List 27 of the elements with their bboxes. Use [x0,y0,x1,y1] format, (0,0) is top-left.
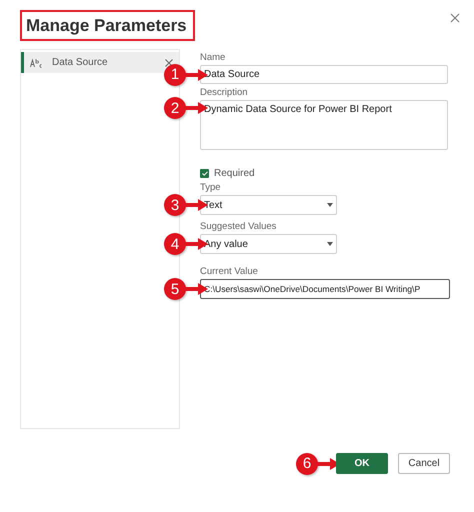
close-icon[interactable] [450,13,460,23]
callout-badge: 2 [164,97,186,119]
caret-icon [327,203,333,207]
field-label: Current Value [200,266,259,277]
ok-button[interactable]: OK [336,453,388,474]
text-type-icon [30,58,42,68]
name-field[interactable]: Data Source [200,65,448,84]
cancel-button[interactable]: Cancel [398,453,450,474]
window-title: Manage Parameters [20,10,195,41]
parameter-name: Data Source [52,57,109,68]
delete-icon[interactable] [165,58,173,66]
callout-badge: 5 [164,278,186,300]
current-value-field[interactable]: C:\Users\saswi\OneDrive\Documents\Power BI Writing\P [200,279,450,299]
callout-badge: 3 [164,194,186,216]
field-label: Description [200,87,249,98]
required-checkbox[interactable] [200,169,209,178]
type-dropdown[interactable]: Text [200,195,337,215]
check-icon [202,171,208,176]
callout-badge: 1 [164,64,186,86]
field-label: Name [200,52,226,63]
field-label: Type [200,182,222,193]
checkbox-label: Required [214,168,255,179]
field-label: Suggested Values [200,221,278,232]
description-field[interactable]: Dynamic Data Source for Power BI Report [200,100,448,150]
callout-badge: 6 [296,452,318,474]
caret-icon [327,242,333,246]
callout-badge: 4 [164,233,186,255]
